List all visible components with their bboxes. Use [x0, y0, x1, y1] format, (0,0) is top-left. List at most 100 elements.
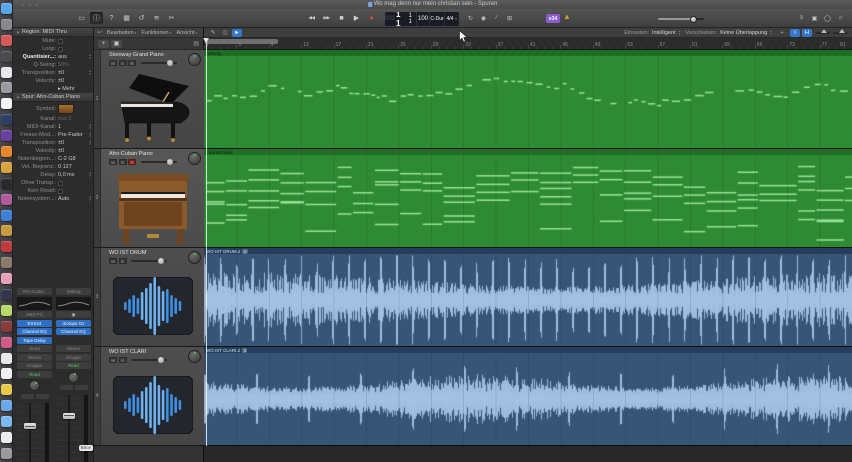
inspector-icon[interactable]: ⓘ — [90, 12, 103, 24]
inspector-row[interactable]: Transposition: ±0 ▴ ▾ — [13, 139, 93, 147]
dock-app-textedit-icon[interactable] — [1, 368, 12, 380]
strip-slot[interactable]: Stereo — [56, 345, 91, 352]
zoom-button[interactable] — [35, 2, 39, 7]
automation-mode-button[interactable]: Read — [17, 370, 52, 378]
stepper-icon[interactable]: ▴ ▾ — [89, 70, 91, 76]
dock-app-folder-blue-icon[interactable] — [1, 400, 12, 412]
solo-button[interactable]: S — [118, 60, 127, 66]
inspector-row[interactable]: Notensystem...: Auto ▴ ▾ — [13, 195, 93, 203]
param-value[interactable]: 1 — [58, 124, 89, 130]
play-button[interactable]: ▶ — [350, 12, 363, 24]
dock-app-imovie-icon[interactable] — [1, 130, 12, 142]
param-value[interactable]: ±0 — [58, 148, 93, 154]
editors-scissors-icon[interactable]: ✂ — [165, 12, 178, 24]
param-value[interactable]: 0 127 — [58, 164, 93, 170]
track-symbol-thumb[interactable] — [58, 103, 74, 114]
plugin-slot[interactable]: Channel EQ — [17, 328, 52, 335]
menu-funktionen[interactable]: Funktionen ▾ — [141, 30, 171, 36]
dock-app-music-disc-icon[interactable] — [1, 177, 12, 189]
pan-knob[interactable] — [29, 380, 40, 391]
eq-thumbnail[interactable] — [56, 296, 91, 310]
mixer-icon[interactable]: ≋ — [150, 12, 163, 24]
midi-fx-slot[interactable]: MIDI-FX — [17, 311, 52, 318]
snap-dropdown[interactable]: Intelligent — [652, 30, 676, 36]
bar-ruler[interactable]: 1 5 9 13 17 21 25 29 33 37 41 45 49 53 57 61 65 69 73 77 81 — [204, 38, 852, 50]
track-volume-slider[interactable] — [140, 159, 177, 165]
dock-app-app-b-icon[interactable] — [1, 289, 12, 301]
inspector-row[interactable]: Mute: — [13, 37, 93, 45]
catch-playhead-icon[interactable]: ► — [232, 28, 242, 37]
param-value[interactable]: ±0 — [58, 70, 89, 76]
inspector-row[interactable]: Velocity: ±0 — [13, 147, 93, 155]
track-pan-knob[interactable] — [188, 53, 201, 66]
inspector-row[interactable]: Ohne Transp.: — [13, 179, 93, 187]
dock-app-pink-app-icon[interactable] — [1, 273, 12, 285]
output-button[interactable] — [74, 385, 88, 390]
dock-app-app-red-icon[interactable] — [1, 241, 12, 253]
library-icon[interactable]: ▭ — [75, 12, 88, 24]
strip-slot[interactable]: Gruppe — [17, 362, 52, 369]
mute-button[interactable]: M — [109, 60, 117, 66]
dock-app-stickies-icon[interactable] — [1, 304, 12, 316]
param-value[interactable]: ±0 — [58, 140, 89, 146]
library-browser-icon[interactable]: ⌂ — [835, 12, 846, 24]
inspector-row[interactable]: Notenbegren...: C-2 G8 — [13, 155, 93, 163]
strip-slot[interactable] — [56, 337, 91, 344]
inspector-row[interactable]: Kein Reset: — [13, 187, 93, 195]
record-enable-button[interactable]: R — [128, 159, 136, 165]
automation-mode-button[interactable]: Read — [56, 362, 91, 369]
waveform-vzoom-icon[interactable]: I — [790, 28, 800, 37]
strip-setting-button[interactable]: Afro-Cuba... — [17, 288, 52, 295]
param-value[interactable]: 0,0 ms — [58, 172, 89, 178]
dock-app-app-navy-icon[interactable] — [1, 114, 12, 126]
plugin-slot[interactable]: EXS24 — [17, 319, 52, 327]
dock-app-final-cut-icon[interactable] — [1, 193, 12, 205]
param-value[interactable]: ▸ Mehr — [58, 86, 93, 92]
region-melody[interactable]: melody — [204, 50, 852, 149]
playhead[interactable] — [206, 38, 207, 446]
inspector-row[interactable]: Quantisier...: aus ▴ ▾ — [13, 53, 93, 61]
strip-slot[interactable]: Gruppe — [56, 353, 91, 361]
inspector-row[interactable]: Freeze-Mod...: Pre-Fader ▴ ▾ — [13, 131, 93, 139]
mute-button[interactable]: M — [109, 357, 117, 363]
checkbox[interactable] — [58, 188, 63, 194]
pan-knob[interactable] — [68, 371, 79, 383]
checkbox[interactable] — [58, 46, 63, 52]
fader-handle[interactable] — [63, 412, 75, 419]
stepper-icon[interactable]: ▴ ▾ — [89, 172, 91, 178]
smart-controls-icon[interactable]: ↺ — [135, 12, 148, 24]
region-inspector-header[interactable]: ▼ Region: MIDI Thru — [13, 28, 93, 37]
inspector-row[interactable]: Symbol: — [13, 102, 93, 115]
rewind-button[interactable]: ◀◀ — [305, 12, 318, 24]
plugin-slot[interactable]: Tape Delay — [17, 336, 52, 344]
vertical-zoom-slider[interactable] — [815, 29, 830, 34]
record-enable-button[interactable]: R — [128, 60, 136, 66]
minimize-button[interactable] — [28, 2, 32, 7]
track-pan-knob[interactable] — [188, 350, 201, 363]
gear-icon[interactable]: ◉ — [56, 311, 91, 318]
autopunch-icon[interactable]: ◉ — [478, 12, 489, 24]
automation-icon[interactable]: ✎ — [208, 29, 218, 37]
dock-app-notes-icon[interactable] — [1, 352, 12, 364]
track-name[interactable]: Steinway Grand Piano — [109, 52, 164, 58]
replace-icon[interactable]: ∕ — [491, 12, 502, 24]
volume-fader[interactable]: Bnce — [56, 392, 93, 462]
track-header-2[interactable]: 2 Afro-Cuban Piano M S R — [94, 149, 204, 248]
track-name[interactable]: WO IST CLARI — [109, 349, 146, 355]
strip-setting-button[interactable]: Setting — [56, 288, 91, 295]
track-volume-slider[interactable] — [131, 357, 167, 363]
output-button[interactable] — [35, 393, 49, 399]
input-button[interactable] — [59, 385, 73, 390]
dock-app-trash-icon[interactable] — [1, 447, 12, 459]
menu-bearbeiten[interactable]: Bearbeiten ▾ — [107, 30, 136, 36]
dock-app-finder-icon[interactable] — [1, 3, 12, 14]
menu-ansicht[interactable]: Ansicht ▾ — [176, 30, 197, 36]
solo-button[interactable]: S — [118, 258, 127, 264]
input-button[interactable] — [20, 393, 34, 399]
inspector-row[interactable]: Delay: 0,0 ms ▴ ▾ — [13, 171, 93, 179]
cycle-icon[interactable]: ↻ — [465, 12, 476, 24]
drag-dropdown[interactable]: Keine Überlappung — [720, 30, 767, 36]
region-wo-ist-drum-2[interactable]: WO IST DRUM.2 2 — [204, 248, 852, 347]
strip-slot[interactable]: Stereo — [17, 353, 52, 361]
snap-stepper-icon[interactable]: ▴ ▾ — [679, 29, 681, 35]
